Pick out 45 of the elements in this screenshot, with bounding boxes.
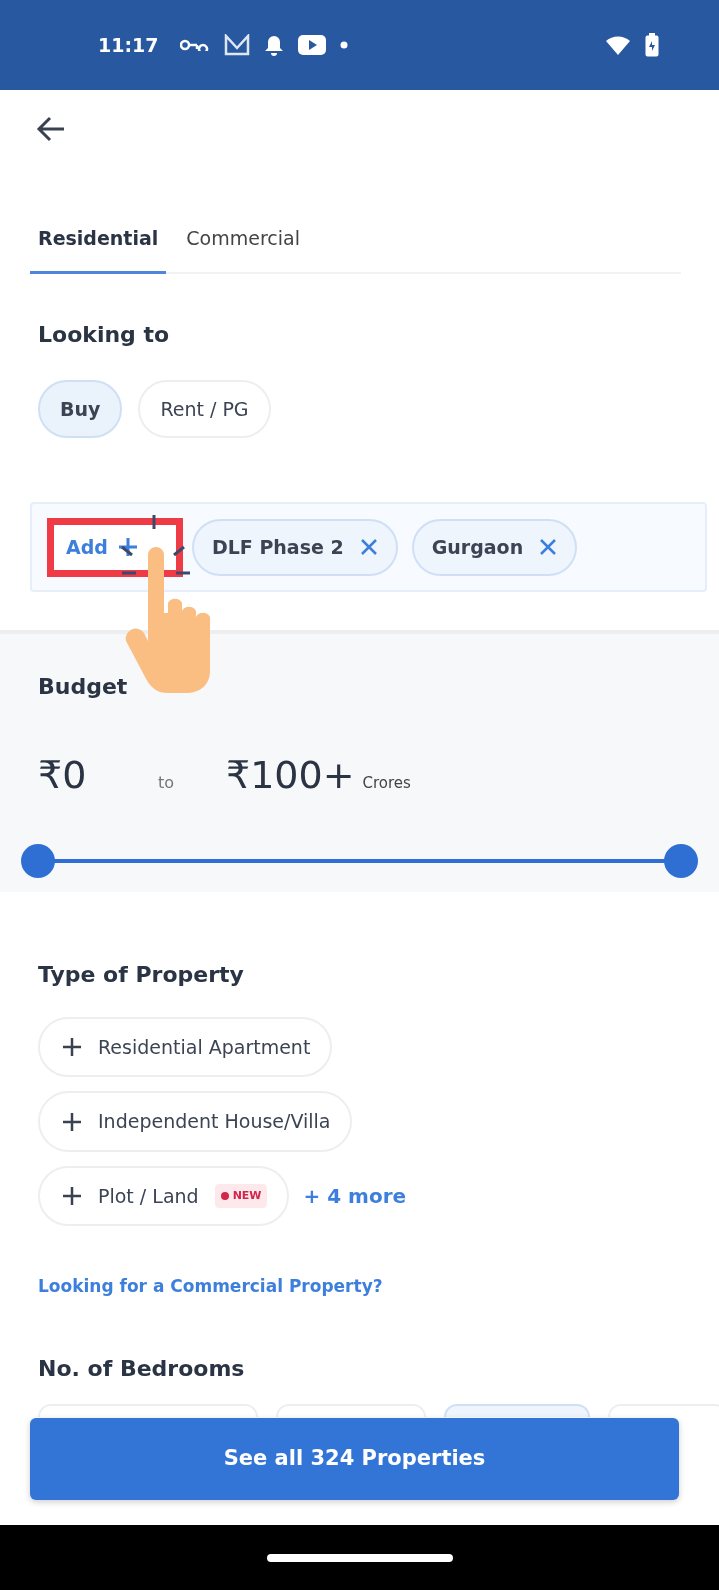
section-title: No. of Bedrooms [38,1355,246,1383]
location-label: Gurgaon [431,535,524,561]
section-title: Type of Property [38,962,245,989]
commercial-property-link[interactable]: Looking for a Commercial Property? [38,1276,383,1297]
plus-icon [117,537,138,558]
key-icon [180,39,211,51]
tab[interactable]: Commercial [178,210,308,274]
property-type-chip[interactable]: Independent House/Villa [38,1091,353,1152]
dot-icon [340,41,349,49]
plus-icon [62,1186,82,1207]
option-chip[interactable]: Buy [38,379,123,439]
status-time: 11:17 [98,32,159,58]
chip-label: Plot / Land [98,1183,199,1209]
battery-icon [645,33,659,57]
section-title: Budget [38,674,129,701]
plus-icon [62,1037,82,1058]
bell-icon [264,34,285,56]
budget-min: ₹0 [38,751,88,799]
section-title: Looking to [38,321,171,348]
back-arrow-icon[interactable] [36,116,66,142]
close-icon[interactable] [359,538,378,557]
plus-icon [62,1111,82,1132]
new-badge: NEW [214,1183,268,1209]
slider-handle[interactable] [21,843,55,878]
location-label: DLF Phase 2 [211,535,344,561]
more-link[interactable]: + 4 more [303,1181,407,1212]
location-chip[interactable]: Gurgaon [411,519,578,576]
budget-slider[interactable] [21,843,698,878]
budget-unit: Crores [362,772,411,794]
mail-icon [224,34,251,56]
budget-max: ₹100+ [226,751,355,799]
video-icon [298,35,327,55]
chip-label: Independent House/Villa [98,1109,331,1135]
see-properties-button[interactable]: See all 324 Properties [30,1418,679,1500]
range-separator: to [158,771,176,794]
location-chip[interactable]: DLF Phase 2 [191,519,398,576]
property-type-chip[interactable]: Residential Apartment [38,1016,333,1078]
option-chip[interactable]: Rent / PG [138,379,271,439]
slider-handle[interactable] [664,843,698,878]
tab[interactable]: Residential [30,210,167,274]
wifi-icon [605,35,631,55]
home-indicator[interactable] [266,1553,453,1562]
close-icon[interactable] [539,538,558,557]
property-type-chip[interactable]: Plot / Land NEW [38,1165,290,1227]
chip-label: Residential Apartment [98,1034,311,1060]
